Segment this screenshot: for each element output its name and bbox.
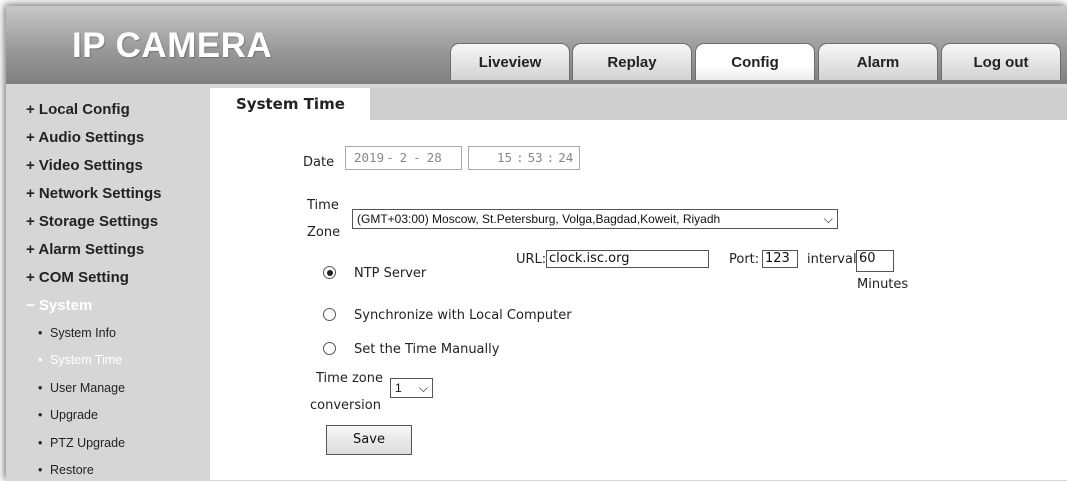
chevron-down-icon: ⌵ [418, 381, 428, 395]
minutes-label: Minutes [857, 277, 909, 292]
bullet-icon: • [38, 381, 43, 395]
tab-replay[interactable]: Replay [572, 43, 692, 80]
date-day: 28 [426, 150, 442, 165]
port-input[interactable]: 123 [762, 250, 798, 268]
timezone-value: (GMT+03:00) Moscow, St.Petersburg, Volga… [357, 212, 721, 226]
sidebar-item-system[interactable]: − System [26, 297, 92, 314]
interval-label: interval [807, 252, 857, 267]
sidebar-subitem-upgrade[interactable]: • Upgrade [38, 408, 98, 422]
page-title: System Time [210, 88, 370, 120]
date-field[interactable]: 2019-2-28 [345, 146, 462, 170]
tz-conversion-value: 1 [395, 381, 402, 395]
sidebar-item-local-config[interactable]: + Local Config [26, 101, 130, 118]
sidebar-subitem-label: System Info [50, 326, 116, 340]
app-frame: IP CAMERA Liveview Replay Config Alarm L… [6, 6, 1067, 481]
sidebar-item-com-setting[interactable]: + COM Setting [26, 269, 129, 286]
date-label: Date [303, 155, 335, 170]
sync-local-radio[interactable] [323, 308, 336, 321]
url-input[interactable]: clock.isc.org [546, 250, 709, 268]
sidebar-item-audio-settings[interactable]: + Audio Settings [26, 129, 144, 146]
sidebar-subitem-label: PTZ Upgrade [50, 436, 126, 450]
chevron-down-icon: ⌵ [823, 212, 833, 226]
sidebar-subitem-system-info[interactable]: • System Info [38, 326, 116, 340]
set-manual-label: Set the Time Manually [354, 342, 500, 357]
sidebar-subitem-label: Upgrade [50, 408, 98, 422]
tab-liveview[interactable]: Liveview [450, 43, 570, 80]
header-bar: IP CAMERA Liveview Replay Config Alarm L… [6, 6, 1067, 84]
sidebar-subitem-ptz-upgrade[interactable]: • PTZ Upgrade [38, 436, 125, 450]
tz-conversion-label-line2: conversion [310, 398, 381, 413]
tz-conversion-select[interactable]: 1 ⌵ [390, 378, 433, 398]
sidebar-subitem-label: User Manage [50, 381, 126, 395]
sidebar-item-alarm-settings[interactable]: + Alarm Settings [26, 241, 144, 258]
sidebar-subitem-label: System Time [50, 353, 123, 367]
time-second: 24 [558, 150, 574, 165]
sidebar-subitem-system-time[interactable]: • System Time [38, 353, 122, 367]
date-separator: - [413, 150, 421, 165]
interval-input[interactable]: 60 [856, 250, 894, 272]
sync-local-label: Synchronize with Local Computer [354, 308, 572, 323]
bullet-icon: • [38, 408, 43, 422]
sidebar-item-network-settings[interactable]: + Network Settings [26, 185, 161, 202]
tz-conversion-label-line1: Time zone [316, 371, 383, 386]
tab-config[interactable]: Config [695, 43, 815, 80]
time-minute: 53 [527, 150, 543, 165]
bullet-icon: • [38, 326, 43, 340]
timezone-label-line1: Time [307, 198, 339, 213]
sidebar-subitem-user-manage[interactable]: • User Manage [38, 381, 125, 395]
bullet-icon: • [38, 436, 43, 450]
sidebar-item-storage-settings[interactable]: + Storage Settings [26, 213, 158, 230]
system-time-form: Date 2019-2-28 15:53:24 Time Zone (GMT+0… [210, 120, 1067, 480]
ntp-server-label: NTP Server [354, 266, 427, 281]
tab-log-out[interactable]: Log out [941, 43, 1061, 80]
time-field[interactable]: 15:53:24 [468, 146, 580, 170]
date-year: 2019 [354, 150, 385, 165]
sidebar-item-video-settings[interactable]: + Video Settings [26, 157, 143, 174]
url-label: URL: [516, 252, 547, 267]
sidebar: + Local Config + Audio Settings + Video … [6, 84, 204, 481]
ntp-server-radio[interactable] [323, 266, 336, 279]
time-hour: 15 [497, 150, 513, 165]
timezone-label-line2: Zone [307, 225, 341, 240]
timezone-select[interactable]: (GMT+03:00) Moscow, St.Petersburg, Volga… [352, 209, 838, 229]
save-button[interactable]: Save [326, 425, 412, 455]
date-separator: - [386, 150, 394, 165]
time-separator: : [546, 150, 555, 165]
set-manual-radio[interactable] [323, 342, 336, 355]
port-label: Port: [729, 252, 760, 267]
tab-alarm[interactable]: Alarm [818, 43, 938, 80]
app-title: IP CAMERA [72, 26, 273, 65]
bullet-icon: • [38, 353, 43, 367]
time-separator: : [516, 150, 524, 165]
